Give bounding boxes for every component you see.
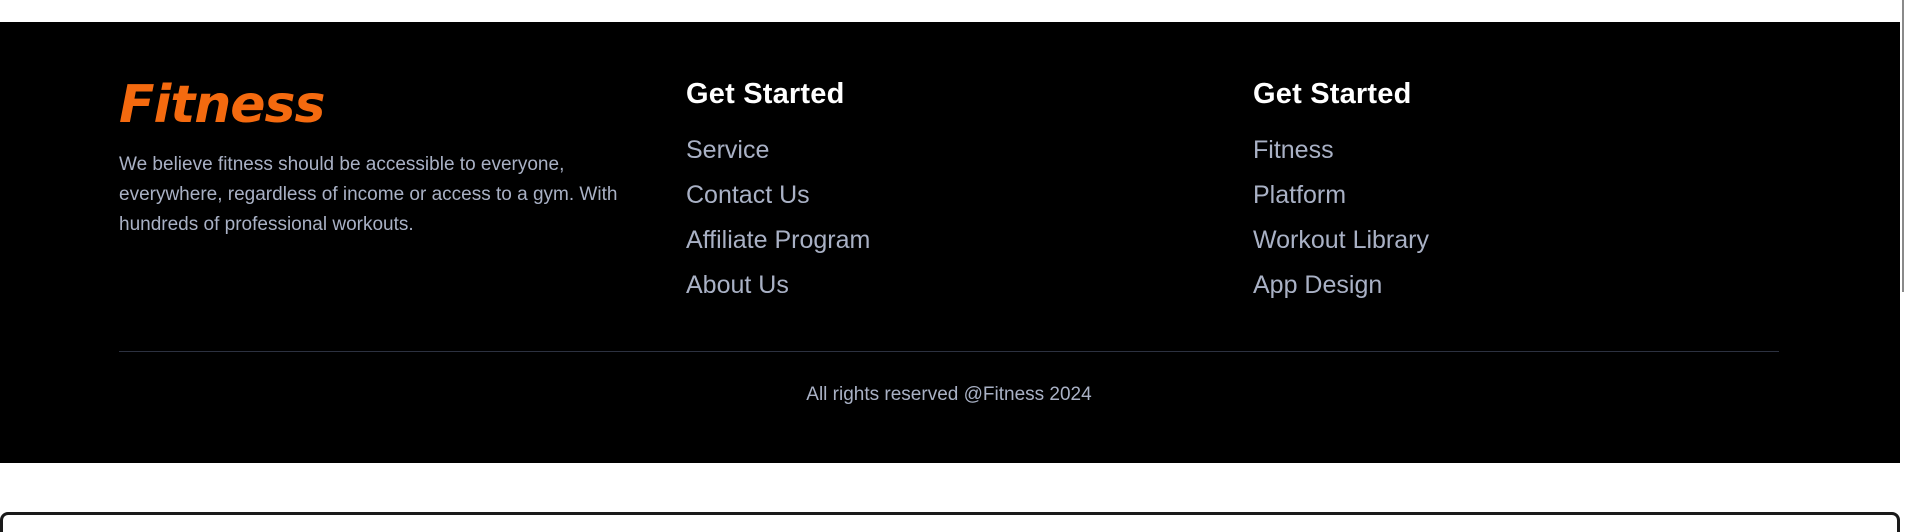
list-item: Affiliate Program [686,218,1086,263]
list-item: Fitness [1253,128,1653,173]
footer-link-workout-library[interactable]: Workout Library [1253,226,1429,254]
footer-link-column-2: Get Started Fitness Platform Workout Lib… [1253,74,1653,308]
footer-columns: Fitness We believe fitness should be acc… [119,22,1779,352]
list-item: App Design [1253,263,1653,308]
brand-description: We believe fitness should be accessible … [119,154,618,236]
footer-link-about-us[interactable]: About Us [686,271,789,299]
list-item: Contact Us [686,173,1086,218]
page-top-area [0,0,1906,22]
scrollbar-thumb[interactable] [1902,0,1904,292]
next-section-card [0,512,1900,532]
footer-link-fitness[interactable]: Fitness [1253,136,1334,164]
footer-link-list: Fitness Platform Workout Library App Des… [1253,128,1653,308]
footer-link-column-1: Get Started Service Contact Us Affiliate… [686,74,1086,308]
list-item: About Us [686,263,1086,308]
brand-logo-text[interactable]: Fitness [119,74,679,136]
page-scrollbar[interactable] [1900,0,1906,516]
footer-link-affiliate-program[interactable]: Affiliate Program [686,226,870,254]
list-item: Platform [1253,173,1653,218]
column-heading: Get Started [686,78,845,110]
footer-link-list: Service Contact Us Affiliate Program Abo… [686,128,1086,308]
footer-link-service[interactable]: Service [686,136,769,164]
column-heading: Get Started [1253,78,1412,110]
footer-link-platform[interactable]: Platform [1253,181,1346,209]
site-footer: Fitness We believe fitness should be acc… [0,22,1900,463]
list-item: Workout Library [1253,218,1653,263]
footer-link-contact-us[interactable]: Contact Us [686,181,810,209]
footer-brand-column: Fitness We believe fitness should be acc… [119,74,679,240]
copyright-text: All rights reserved @Fitness 2024 [806,384,1092,405]
list-item: Service [686,128,1086,173]
footer-divider [119,351,1779,352]
footer-link-app-design[interactable]: App Design [1253,271,1382,299]
